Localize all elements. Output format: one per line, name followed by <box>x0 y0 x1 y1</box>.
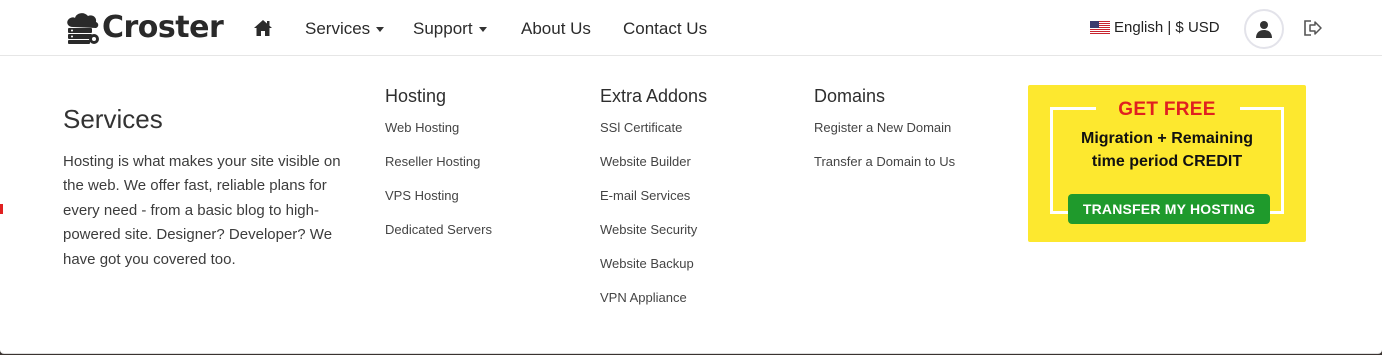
nav-about-us[interactable]: About Us <box>521 18 591 40</box>
user-icon <box>1256 21 1272 38</box>
nav-support[interactable]: Support <box>413 18 487 40</box>
link-website-backup[interactable]: Website Backup <box>600 256 707 272</box>
cloud-server-logo-icon <box>67 13 99 44</box>
link-website-builder[interactable]: Website Builder <box>600 154 707 170</box>
language-label: English | $ USD <box>1114 19 1220 36</box>
home-icon[interactable] <box>253 18 273 38</box>
extra-addons-column-title: Extra Addons <box>600 86 708 106</box>
account-button[interactable] <box>1244 9 1284 49</box>
caret-down-icon <box>376 27 385 33</box>
extra-addons-column: Extra Addons SSl Certificate Website Bui… <box>600 86 707 324</box>
hosting-column-title: Hosting <box>385 86 447 106</box>
brand-name: Croster <box>102 10 224 45</box>
services-mega-menu: Services Hosting is what makes your site… <box>0 56 1382 354</box>
domains-column: Domains Register a New Domain Transfer a… <box>814 86 955 188</box>
nav-contact-us[interactable]: Contact Us <box>623 18 707 40</box>
link-vps-hosting[interactable]: VPS Hosting <box>385 188 492 204</box>
logout-icon[interactable] <box>1303 19 1323 37</box>
promo-banner[interactable]: GET FREE Migration + Remaining time peri… <box>1028 85 1306 242</box>
hosting-column: Hosting Web Hosting Reseller Hosting VPS… <box>385 86 492 256</box>
link-vpn-appliance[interactable]: VPN Appliance <box>600 290 707 306</box>
link-ssl-certificate[interactable]: SSl Certificate <box>600 120 707 136</box>
transfer-hosting-button[interactable]: TRANSFER MY HOSTING <box>1068 194 1270 224</box>
link-transfer-domain[interactable]: Transfer a Domain to Us <box>814 154 955 170</box>
promo-body: Migration + Remaining time period CREDIT <box>1028 127 1306 173</box>
link-reseller-hosting[interactable]: Reseller Hosting <box>385 154 492 170</box>
top-navbar: Croster Services Support About Us Contac… <box>0 0 1382 56</box>
language-currency-selector[interactable]: English | $ USD <box>1090 19 1220 36</box>
link-web-hosting[interactable]: Web Hosting <box>385 120 492 136</box>
promo-headline: GET FREE <box>1118 99 1216 120</box>
us-flag-icon <box>1090 21 1110 34</box>
mega-menu-description: Hosting is what makes your site visible … <box>63 153 341 268</box>
red-accent-marker <box>0 204 3 214</box>
nav-services-label: Services <box>305 19 371 38</box>
promo-line-1: Migration + Remaining <box>1080 130 1253 147</box>
nav-support-label: Support <box>413 19 473 38</box>
brand-logo[interactable]: Croster <box>64 10 224 45</box>
promo-line-2: time period CREDIT <box>1091 153 1243 170</box>
mega-menu-title: Services <box>63 104 163 134</box>
link-email-services[interactable]: E-mail Services <box>600 188 707 204</box>
caret-down-icon <box>478 27 487 33</box>
nav-services[interactable]: Services <box>305 18 385 40</box>
link-register-domain[interactable]: Register a New Domain <box>814 120 955 136</box>
domains-column-title: Domains <box>814 86 886 106</box>
link-dedicated-servers[interactable]: Dedicated Servers <box>385 222 492 238</box>
link-website-security[interactable]: Website Security <box>600 222 707 238</box>
